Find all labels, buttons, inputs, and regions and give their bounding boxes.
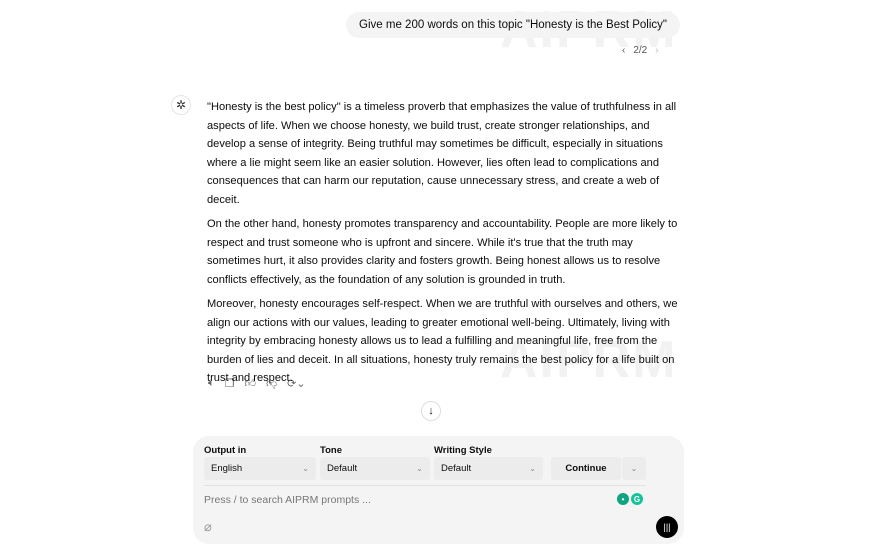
chevron-down-icon: ⌄ [302, 464, 309, 473]
writing-style-select[interactable]: Default ⌄ [434, 457, 543, 480]
paragraph: "Honesty is the best policy" is a timele… [207, 101, 677, 206]
divider [204, 485, 646, 486]
select-value: English [211, 463, 243, 474]
paragraph: On the other hand, honesty promotes tran… [207, 218, 678, 286]
user-message: Give me 200 words on this topic "Honesty… [346, 12, 680, 38]
assistant-logo-icon: ✲ [171, 95, 191, 115]
arrow-down-icon: ↓ [428, 405, 434, 417]
chevron-down-icon: ⌄ [416, 464, 423, 473]
prev-response-button[interactable]: ‹ [622, 45, 625, 56]
chevron-down-icon: ⌄ [630, 464, 638, 473]
voice-mode-button[interactable]: ||| [656, 516, 678, 538]
scroll-down-button[interactable]: ↓ [421, 401, 441, 421]
continue-options-button[interactable]: ⌄ [622, 457, 646, 480]
writing-style-label: Writing Style [434, 445, 492, 456]
output-label: Output in [204, 445, 247, 456]
paragraph: Moreover, honesty encourages self-respec… [207, 297, 678, 385]
grammarly-icon[interactable]: G [631, 493, 643, 505]
next-response-button[interactable]: › [655, 45, 658, 56]
chevron-down-icon: ⌄ [529, 464, 536, 473]
composer: Output in English ⌄ Tone Default ⌄ Writing… [193, 436, 684, 544]
lightbulb-icon[interactable]: • [617, 493, 629, 505]
assistant-message: "Honesty is the best policy" is a timele… [207, 98, 683, 393]
response-pager: ‹ 2/2 › [622, 45, 659, 56]
continue-button[interactable]: Continue [551, 457, 621, 480]
attach-icon[interactable]: ⌀ [204, 519, 212, 535]
extension-icons: • G [617, 493, 643, 505]
prompt-input[interactable]: Press / to search AIPRM prompts ... [204, 494, 371, 506]
waveform-icon: ||| [663, 522, 671, 532]
pager-label: 2/2 [633, 45, 648, 56]
output-language-select[interactable]: English ⌄ [204, 457, 316, 480]
select-value: Default [441, 463, 472, 474]
tone-select[interactable]: Default ⌄ [320, 457, 430, 480]
tone-label: Tone [320, 445, 342, 456]
select-value: Default [327, 463, 358, 474]
